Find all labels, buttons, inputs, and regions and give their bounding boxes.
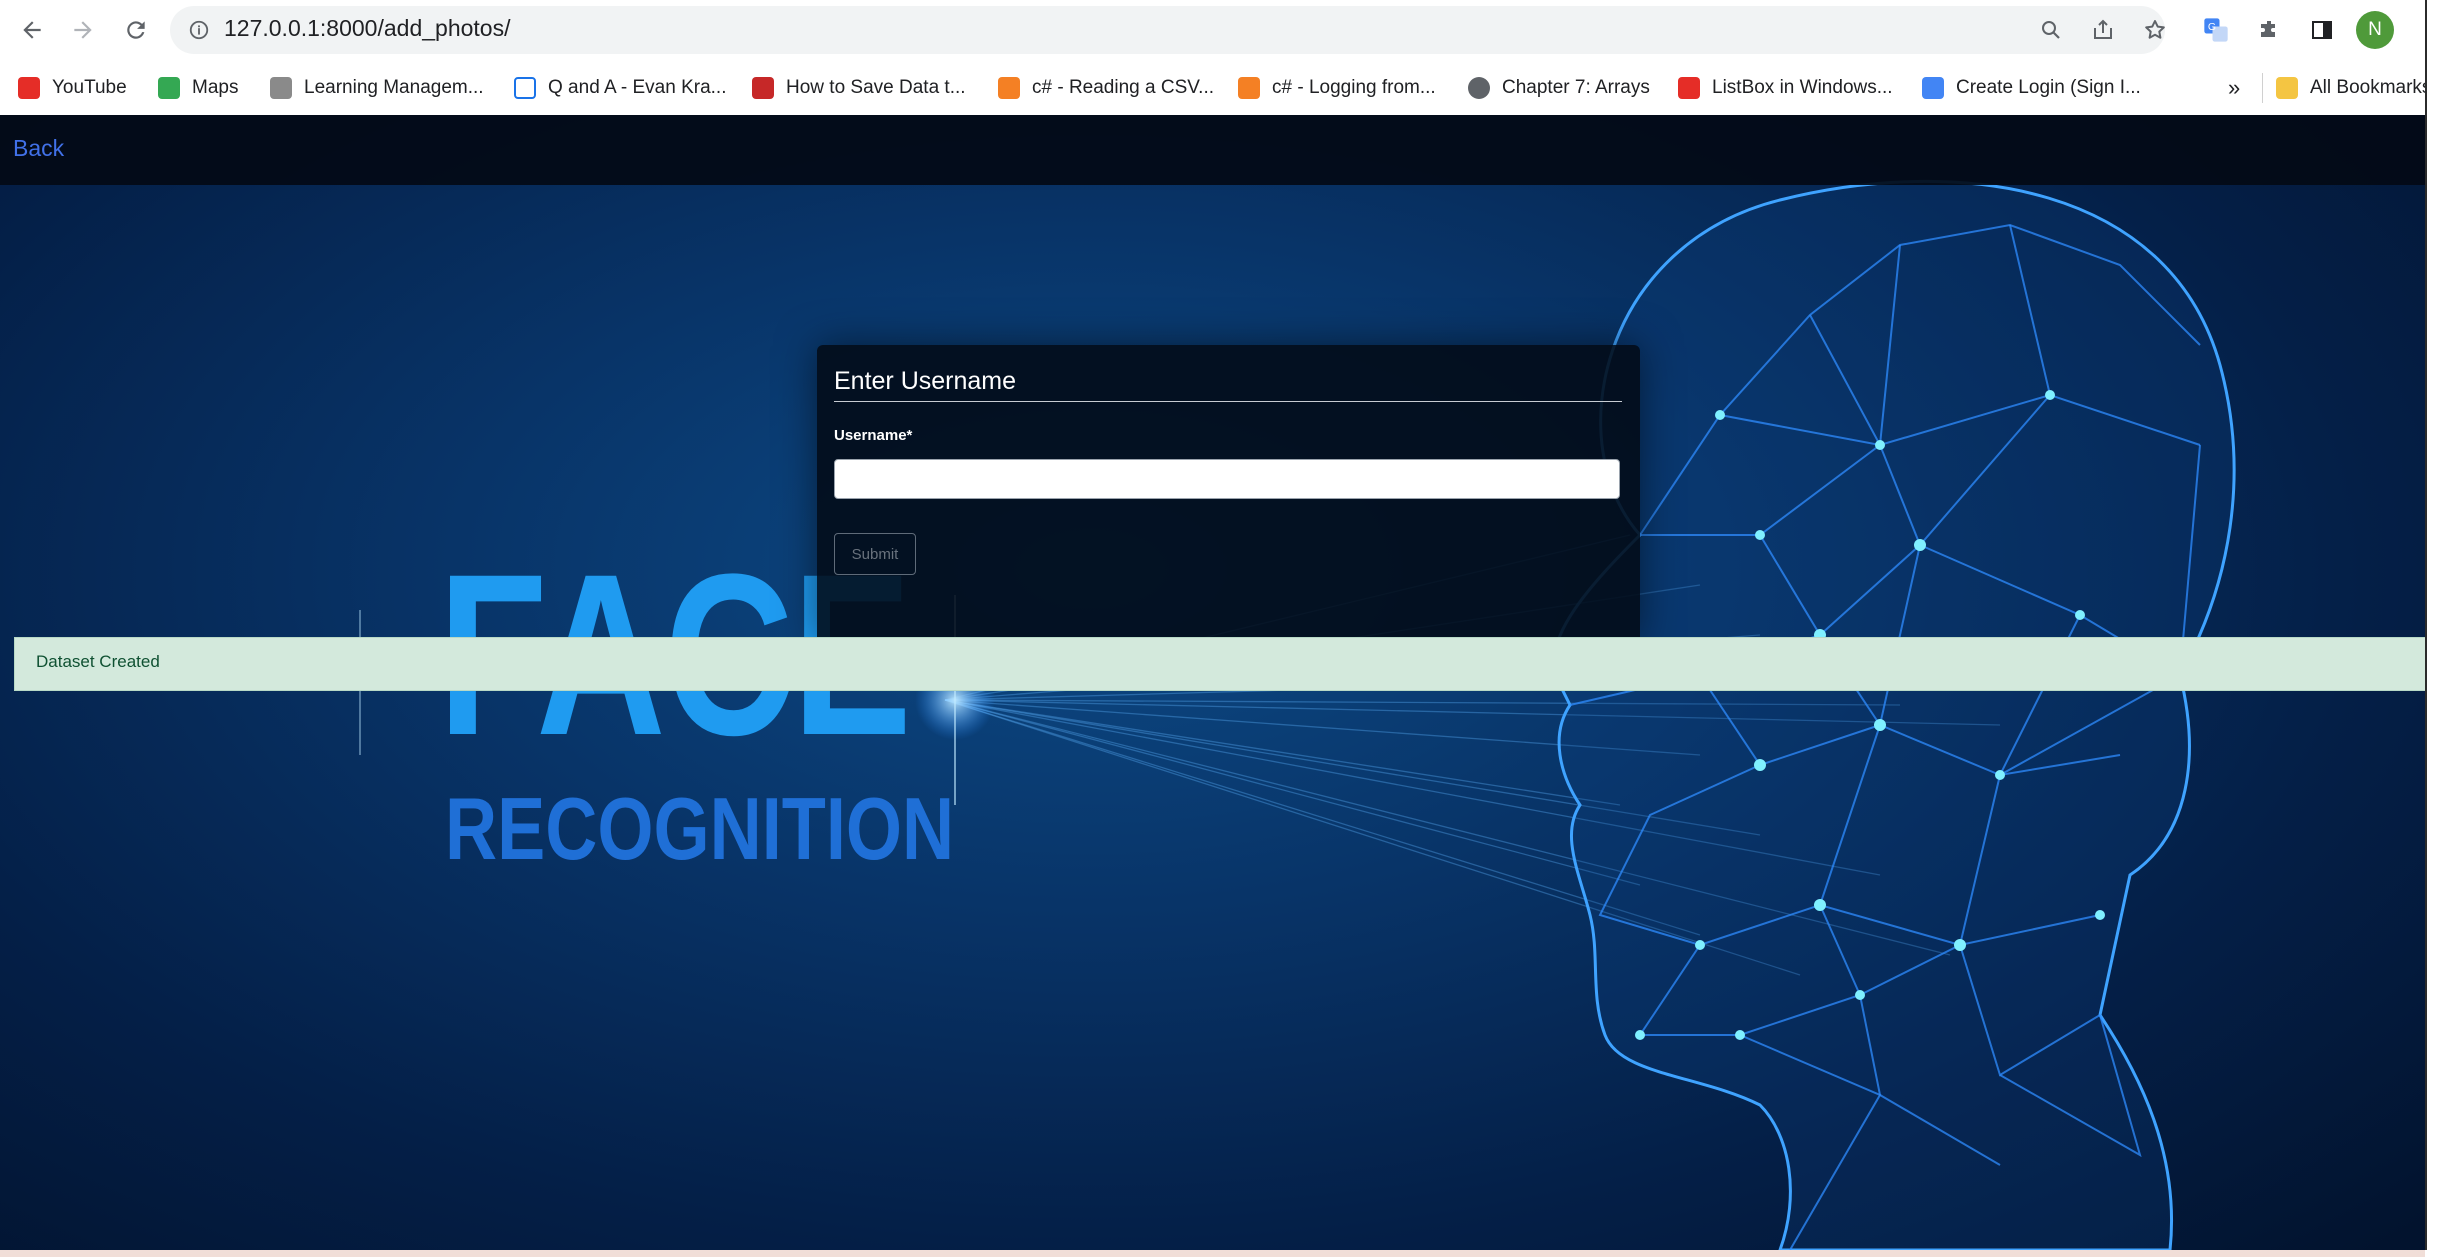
- svg-text:G: G: [2208, 21, 2216, 33]
- form-divider: [834, 401, 1622, 402]
- url-text[interactable]: 127.0.0.1:8000/add_photos/: [224, 15, 510, 42]
- form-title: Enter Username: [834, 367, 1017, 395]
- window-edge: [2425, 0, 2460, 1257]
- page-icon: [1922, 77, 1944, 99]
- side-panel-icon[interactable]: [2307, 15, 2337, 45]
- hero-title-recognition: RECOGNITION: [445, 779, 955, 878]
- zoom-icon[interactable]: [2036, 15, 2066, 45]
- bookmark-item[interactable]: How to Save Data t...: [752, 73, 966, 103]
- top-navbar: Back: [0, 115, 2425, 185]
- site-info-icon[interactable]: [186, 17, 212, 43]
- alert-message: Dataset Created: [36, 652, 160, 671]
- stackoverflow-icon: [1238, 77, 1260, 99]
- folder-icon: [2276, 77, 2298, 99]
- back-arrow-icon[interactable]: [12, 10, 52, 50]
- bookmark-item[interactable]: Learning Managem...: [270, 73, 484, 103]
- bookmark-item[interactable]: Q and A - Evan Kra...: [514, 73, 727, 103]
- share-icon[interactable]: [2088, 15, 2118, 45]
- username-label: Username*: [834, 427, 913, 444]
- bookmarks-divider: [2262, 73, 2263, 103]
- youtube-icon: [18, 77, 40, 99]
- hub-icon: [752, 77, 774, 99]
- bottom-strip: [0, 1250, 2425, 1257]
- translate-extension-icon[interactable]: G: [2200, 14, 2232, 46]
- success-alert: Dataset Created: [14, 637, 2445, 691]
- bookmark-item[interactable]: Create Login (Sign I...: [1922, 73, 2141, 103]
- globe-icon: [1468, 77, 1490, 99]
- bookmark-item[interactable]: c# - Logging from...: [1238, 73, 1436, 103]
- back-link[interactable]: Back: [13, 135, 64, 162]
- maps-icon: [158, 77, 180, 99]
- youtube-icon: [1678, 77, 1700, 99]
- bookmark-item[interactable]: ListBox in Windows...: [1678, 73, 1893, 103]
- bookmark-item[interactable]: YouTube: [18, 73, 127, 103]
- browser-toolbar: 127.0.0.1:8000/add_photos/ G N: [0, 0, 2425, 60]
- bookmark-star-icon[interactable]: [2140, 15, 2170, 45]
- extensions-puzzle-icon[interactable]: [2254, 15, 2284, 45]
- page-layout-icon: [514, 77, 536, 99]
- username-form-card: Enter Username Username* Submit: [817, 345, 1640, 643]
- all-bookmarks-button[interactable]: All Bookmarks: [2276, 73, 2431, 103]
- bookmark-item[interactable]: Maps: [158, 73, 238, 103]
- bookmarks-overflow-button[interactable]: »: [2228, 73, 2240, 103]
- bookmark-item[interactable]: Chapter 7: Arrays: [1468, 73, 1650, 103]
- stackoverflow-icon: [998, 77, 1020, 99]
- bookmarks-bar: YouTube Maps Learning Managem... Q and A…: [0, 60, 2431, 116]
- submit-button[interactable]: Submit: [834, 533, 916, 575]
- profile-avatar[interactable]: N: [2356, 11, 2394, 49]
- lms-icon: [270, 77, 292, 99]
- reload-icon[interactable]: [116, 10, 156, 50]
- username-input[interactable]: [834, 459, 1620, 499]
- window-border: [2425, 0, 2427, 1250]
- bookmark-item[interactable]: c# - Reading a CSV...: [998, 73, 1214, 103]
- forward-arrow-icon[interactable]: [63, 10, 103, 50]
